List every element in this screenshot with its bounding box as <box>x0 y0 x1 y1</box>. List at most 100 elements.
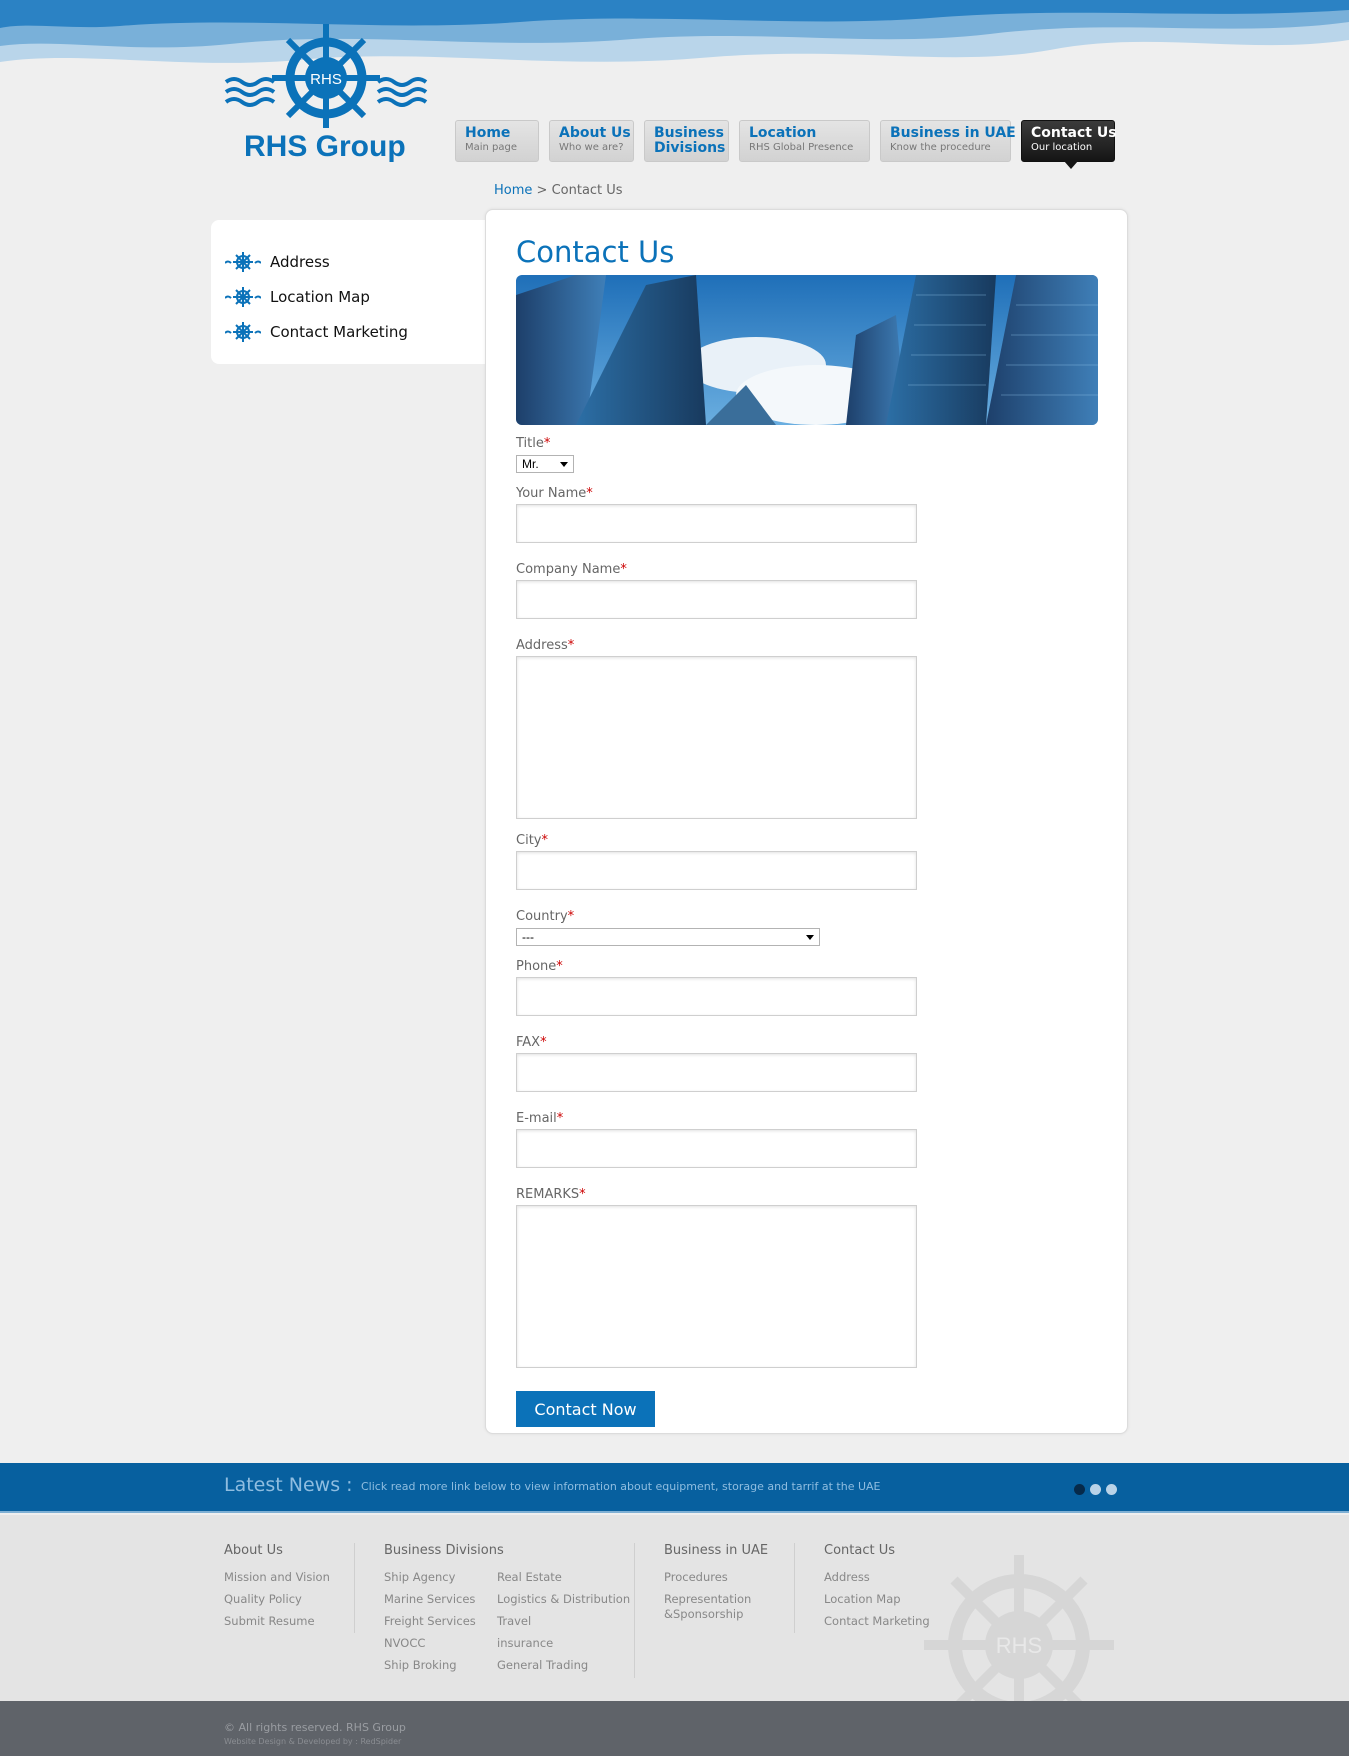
nav-contact-subtitle: Our location <box>1031 142 1093 153</box>
dropdown-arrow-icon <box>806 935 814 940</box>
nav-uae-title: Business in UAE <box>890 125 1016 141</box>
nav-home[interactable]: Home Main page <box>455 120 539 162</box>
header-waves <box>0 0 1349 70</box>
nav-about[interactable]: About Us Who we are? <box>549 120 634 162</box>
footer-link[interactable]: Freight Services <box>384 1614 476 1628</box>
footer-divisions-title[interactable]: Business Divisions <box>384 1543 504 1558</box>
title-select[interactable]: Mr. <box>516 455 574 473</box>
breadcrumb-current: Contact Us <box>551 183 623 198</box>
company-name-input[interactable] <box>516 580 917 619</box>
email-label: E-mail* <box>516 1111 564 1126</box>
footer-divider <box>354 1543 355 1633</box>
footer-link[interactable]: Mission and Vision <box>224 1570 330 1584</box>
logo-text: RHS Group <box>244 130 406 163</box>
city-label: City* <box>516 833 548 848</box>
fax-label: FAX* <box>516 1035 547 1050</box>
footer-link[interactable]: Travel <box>497 1614 531 1628</box>
sidebar-item-label: Address <box>270 252 330 271</box>
footer-link[interactable]: Logistics & Distribution <box>497 1592 630 1606</box>
nav-divisions-title-line2: Divisions <box>654 140 726 156</box>
remarks-label: REMARKS* <box>516 1187 586 1202</box>
footer-contact-title[interactable]: Contact Us <box>824 1543 895 1558</box>
company-name-label: Company Name* <box>516 562 627 577</box>
nav-divisions-title-line1: Business <box>654 125 724 141</box>
title-select-value: Mr. <box>522 457 539 471</box>
your-name-label: Your Name* <box>516 486 593 501</box>
footer-about-title[interactable]: About Us <box>224 1543 283 1558</box>
ship-wheel-icon <box>225 286 261 307</box>
footer-link[interactable]: Real Estate <box>497 1570 562 1584</box>
dropdown-arrow-icon <box>560 462 568 467</box>
your-name-input[interactable] <box>516 504 917 543</box>
nav-about-title: About Us <box>559 125 631 141</box>
footer-divider <box>634 1543 635 1678</box>
phone-label: Phone* <box>516 959 563 974</box>
breadcrumb: Home > Contact Us <box>494 183 623 198</box>
logo-badge: RHS <box>310 71 342 88</box>
nav-uae-subtitle: Know the procedure <box>890 142 991 153</box>
city-input[interactable] <box>516 851 917 890</box>
footer-uae-title[interactable]: Business in UAE <box>664 1543 768 1558</box>
breadcrumb-home-link[interactable]: Home <box>494 183 532 198</box>
title-label: Title* <box>516 436 551 451</box>
nav-business-uae[interactable]: Business in UAE Know the procedure <box>880 120 1016 162</box>
news-dot-2[interactable] <box>1090 1484 1101 1495</box>
ship-wheel-icon <box>225 321 261 342</box>
sidebar-item-address[interactable]: Address <box>211 244 487 279</box>
copyright-text: © All rights reserved. RHS Group <box>224 1721 406 1734</box>
sidebar-item-label: Contact Marketing <box>270 322 408 341</box>
nav-contact[interactable]: Contact Us Our location <box>1021 120 1117 169</box>
footer-link[interactable]: Representation <box>664 1592 751 1606</box>
footer-link[interactable]: NVOCC <box>384 1636 425 1650</box>
contact-panel: Contact Us Title* Mr. Your Name* Company… <box>485 209 1128 1434</box>
developer-credit[interactable]: Website Design & Developed by : RedSpide… <box>224 1737 401 1746</box>
nav-contact-title: Contact Us <box>1031 125 1117 141</box>
sidebar-item-contact-marketing[interactable]: Contact Marketing <box>211 314 487 349</box>
footer: RHS About Us Mission and Vision Quality … <box>0 1515 1349 1705</box>
footer-link[interactable]: Contact Marketing <box>824 1614 930 1628</box>
address-textarea[interactable] <box>516 656 917 819</box>
news-dot-3[interactable] <box>1106 1484 1117 1495</box>
page-title: Contact Us <box>516 235 675 269</box>
logo[interactable]: RHS RHS Group <box>224 18 428 168</box>
footer-link[interactable]: insurance <box>497 1636 553 1650</box>
footer-link[interactable]: General Trading <box>497 1658 588 1672</box>
footer-divider <box>794 1543 795 1633</box>
news-dot-1[interactable] <box>1074 1484 1085 1495</box>
remarks-textarea[interactable] <box>516 1205 917 1368</box>
ship-wheel-icon <box>225 251 261 272</box>
sidebar: Address Location Map Contact Marketing <box>211 220 487 364</box>
copyright-bar: © All rights reserved. RHS Group Website… <box>0 1701 1349 1756</box>
ship-wheel-logo-icon: RHS <box>224 24 428 132</box>
nav-location-subtitle: RHS Global Presence <box>749 142 854 153</box>
footer-link[interactable]: Quality Policy <box>224 1592 302 1606</box>
country-select-value: --- <box>522 930 534 944</box>
sidebar-item-label: Location Map <box>270 287 370 306</box>
contact-now-button[interactable]: Contact Now <box>516 1391 655 1427</box>
email-input[interactable] <box>516 1129 917 1168</box>
footer-link[interactable]: Address <box>824 1570 870 1584</box>
footer-watermark-text: RHS <box>996 1633 1042 1658</box>
footer-link[interactable]: Procedures <box>664 1570 728 1584</box>
footer-link[interactable]: Ship Agency <box>384 1570 455 1584</box>
nav-home-subtitle: Main page <box>465 142 518 153</box>
footer-link[interactable]: Location Map <box>824 1592 901 1606</box>
footer-link[interactable]: Ship Broking <box>384 1658 457 1672</box>
footer-link[interactable]: Marine Services <box>384 1592 475 1606</box>
address-label: Address* <box>516 638 575 653</box>
latest-news-title: Latest News : <box>224 1474 353 1496</box>
nav-about-subtitle: Who we are? <box>559 142 624 153</box>
skyscrapers-banner-image <box>516 275 1098 425</box>
nav-location-title: Location <box>749 125 817 141</box>
phone-input[interactable] <box>516 977 917 1016</box>
country-label: Country* <box>516 909 575 924</box>
nav-home-title: Home <box>465 125 511 141</box>
footer-link[interactable]: Submit Resume <box>224 1614 315 1628</box>
latest-news-text[interactable]: Click read more link below to view infor… <box>361 1480 880 1493</box>
country-select[interactable]: --- <box>516 928 820 946</box>
nav-business-divisions[interactable]: Business Divisions <box>644 120 729 162</box>
sidebar-item-location-map[interactable]: Location Map <box>211 279 487 314</box>
footer-link[interactable]: &Sponsorship <box>664 1607 743 1621</box>
fax-input[interactable] <box>516 1053 917 1092</box>
nav-location[interactable]: Location RHS Global Presence <box>739 120 870 162</box>
